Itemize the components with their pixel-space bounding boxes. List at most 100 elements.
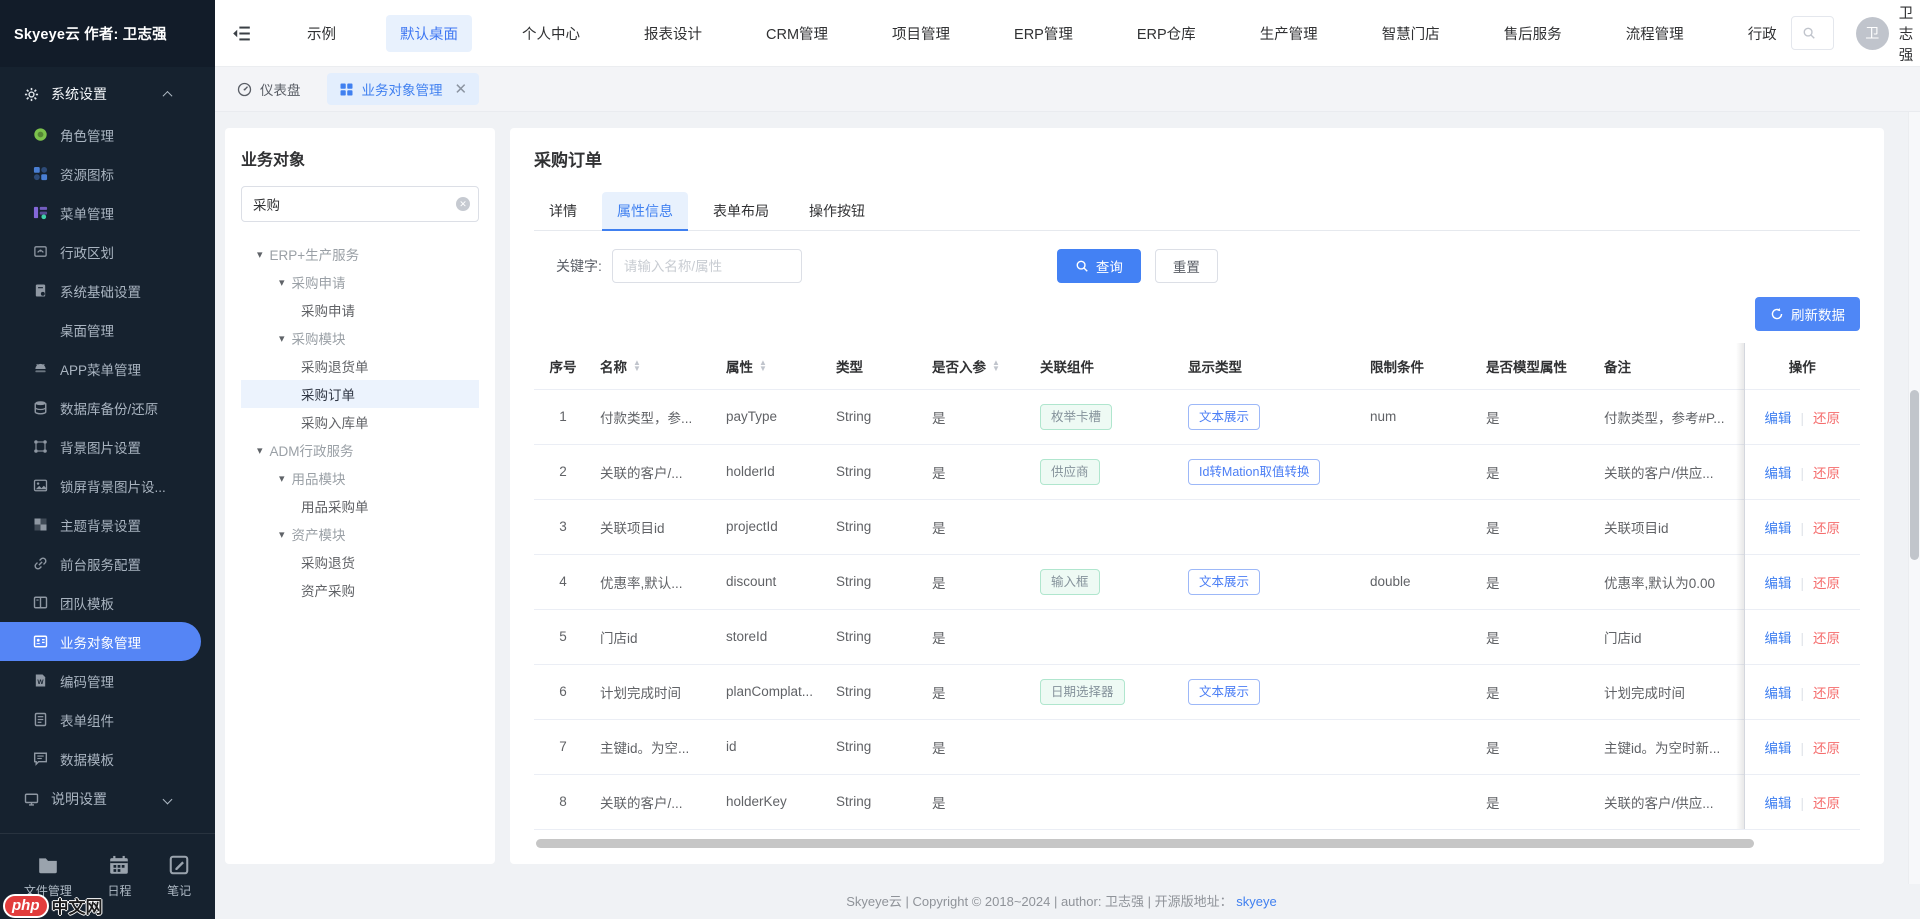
nav-item-5[interactable]: CRM管理 — [752, 15, 842, 52]
footer-text: Skyeye云 | Copyright © 2018~2024 | author… — [846, 894, 1232, 909]
tree-node[interactable]: 采购入库单 — [241, 408, 479, 436]
nav-item-11[interactable]: 售后服务 — [1490, 15, 1576, 52]
close-icon[interactable]: ✕ — [455, 80, 468, 98]
sort-icon[interactable]: ▲▼ — [992, 360, 1000, 372]
sidebar-item[interactable]: 系统基础设置 — [0, 271, 215, 310]
sidebar-item[interactable]: 表单组件 — [0, 700, 215, 739]
sort-icon[interactable]: ▲▼ — [759, 360, 767, 372]
column-header[interactable]: 名称▲▼ — [592, 343, 718, 389]
sidebar-item[interactable]: 数据库备份/还原 — [0, 388, 215, 427]
sidebar-item[interactable]: 菜单管理 — [0, 193, 215, 232]
tree-search-input[interactable] — [241, 186, 479, 222]
sidebar-item[interactable]: W编码管理 — [0, 661, 215, 700]
sort-icon[interactable]: ▲▼ — [633, 360, 641, 372]
dock-item-2[interactable]: 日程 — [107, 854, 131, 899]
sidebar-item[interactable]: 桌面管理 — [0, 310, 215, 349]
sidebar-section-collapsed[interactable]: 说明设置 — [0, 778, 215, 820]
sidebar-item[interactable]: 锁屏背景图片设... — [0, 466, 215, 505]
tab-2[interactable]: 属性信息 — [602, 192, 688, 230]
query-button[interactable]: 查询 — [1057, 249, 1141, 283]
footer-link[interactable]: skyeye — [1236, 894, 1276, 909]
tree-node[interactable]: 采购退货 — [241, 548, 479, 576]
restore-link[interactable]: 还原 — [1813, 796, 1840, 811]
tab-1[interactable]: 详情 — [534, 192, 592, 230]
cell-text: 付款类型，参考#P... — [1604, 411, 1725, 426]
restore-link[interactable]: 还原 — [1813, 576, 1840, 591]
sidebar-item[interactable]: 团队模板 — [0, 583, 215, 622]
nav-item-12[interactable]: 流程管理 — [1612, 15, 1698, 52]
horizontal-scrollbar[interactable] — [536, 839, 1754, 848]
nav-item-2[interactable]: 默认桌面 — [386, 15, 472, 52]
edit-link[interactable]: 编辑 — [1764, 576, 1791, 591]
tree-node[interactable]: 用品采购单 — [241, 492, 479, 520]
restore-link[interactable]: 还原 — [1813, 411, 1840, 426]
keyword-input[interactable] — [612, 249, 802, 283]
edit-link[interactable]: 编辑 — [1764, 411, 1791, 426]
restore-link[interactable]: 还原 — [1813, 686, 1840, 701]
edit-link[interactable]: 编辑 — [1764, 686, 1791, 701]
clear-icon[interactable]: ✕ — [456, 197, 470, 211]
edit-link[interactable]: 编辑 — [1764, 466, 1791, 481]
dashboard-link[interactable]: 仪表盘 — [237, 79, 301, 99]
tree-node[interactable]: 资产采购 — [241, 576, 479, 604]
tree-node[interactable]: 采购申请 — [241, 296, 479, 324]
sidebar-item[interactable]: 主题背景设置 — [0, 505, 215, 544]
sidebar-item[interactable]: 业务对象管理 — [0, 622, 201, 661]
sidebar-item[interactable]: 数据模板 — [0, 739, 215, 778]
tree-node[interactable]: ▾用品模块 — [241, 464, 479, 492]
nav-item-1[interactable]: 示例 — [293, 15, 350, 52]
nav-item-8[interactable]: ERP仓库 — [1123, 15, 1210, 52]
tree-node[interactable]: 采购退货单 — [241, 352, 479, 380]
worktab-business-object[interactable]: 业务对象管理 ✕ — [327, 73, 480, 105]
workspace-tabbar: 仪表盘 业务对象管理 ✕ — [215, 67, 1920, 112]
dock-item-3[interactable]: 笔记 — [167, 854, 191, 899]
tab-4[interactable]: 操作按钮 — [794, 192, 880, 230]
tree-caret-icon[interactable]: ▾ — [257, 444, 263, 457]
tree-caret-icon[interactable]: ▾ — [279, 332, 285, 345]
tree-node[interactable]: ▾资产模块 — [241, 520, 479, 548]
nav-item-9[interactable]: 生产管理 — [1246, 15, 1332, 52]
column-header[interactable]: 是否入参▲▼ — [924, 343, 1032, 389]
tree-node[interactable]: 采购订单 — [241, 380, 479, 408]
nav-item-10[interactable]: 智慧门店 — [1368, 15, 1454, 52]
sidebar-section-system-settings[interactable]: 系统设置 — [0, 73, 215, 115]
edit-link[interactable]: 编辑 — [1764, 521, 1791, 536]
cell-in_param: 是 — [924, 389, 1032, 444]
restore-link[interactable]: 还原 — [1813, 631, 1840, 646]
nav-item-7[interactable]: ERP管理 — [1000, 15, 1087, 52]
tree-node[interactable]: ▾采购申请 — [241, 268, 479, 296]
nav-item-3[interactable]: 个人中心 — [508, 15, 594, 52]
tab-3[interactable]: 表单布局 — [698, 192, 784, 230]
nav-item-4[interactable]: 报表设计 — [630, 15, 716, 52]
tree-caret-icon[interactable]: ▾ — [279, 528, 285, 541]
restore-link[interactable]: 还原 — [1813, 521, 1840, 536]
user-name[interactable]: 卫志强 — [1899, 2, 1914, 65]
tree-caret-icon[interactable]: ▾ — [279, 472, 285, 485]
restore-link[interactable]: 还原 — [1813, 741, 1840, 756]
sidebar-item[interactable]: 角色管理 — [0, 115, 215, 154]
sidebar-section-collapsed[interactable]: 项目业务规划 — [0, 820, 215, 833]
vertical-scrollbar-thumb[interactable] — [1910, 390, 1919, 560]
sidebar-item[interactable]: APP菜单管理 — [0, 349, 215, 388]
refresh-data-button[interactable]: 刷新数据 — [1755, 297, 1860, 331]
reset-button[interactable]: 重置 — [1155, 249, 1218, 283]
nav-item-6[interactable]: 项目管理 — [878, 15, 964, 52]
nav-item-13[interactable]: 行政 — [1734, 15, 1791, 52]
edit-link[interactable]: 编辑 — [1764, 631, 1791, 646]
edit-link[interactable]: 编辑 — [1764, 741, 1791, 756]
sidebar-item[interactable]: 行政区划 — [0, 232, 215, 271]
tree-caret-icon[interactable]: ▾ — [257, 248, 263, 261]
tree-node[interactable]: ▾ERP+生产服务 — [241, 240, 479, 268]
sidebar-item[interactable]: 资源图标 — [0, 154, 215, 193]
tree-node[interactable]: ▾采购模块 — [241, 324, 479, 352]
tree-caret-icon[interactable]: ▾ — [279, 276, 285, 289]
tree-node[interactable]: ▾ADM行政服务 — [241, 436, 479, 464]
sidebar-item[interactable]: 前台服务配置 — [0, 544, 215, 583]
avatar[interactable]: 卫 — [1856, 17, 1889, 50]
collapse-menu-icon[interactable] — [232, 24, 251, 43]
edit-link[interactable]: 编辑 — [1764, 796, 1791, 811]
restore-link[interactable]: 还原 — [1813, 466, 1840, 481]
cell-text: num — [1370, 409, 1396, 424]
column-header[interactable]: 属性▲▼ — [718, 343, 828, 389]
sidebar-item[interactable]: 背景图片设置 — [0, 427, 215, 466]
